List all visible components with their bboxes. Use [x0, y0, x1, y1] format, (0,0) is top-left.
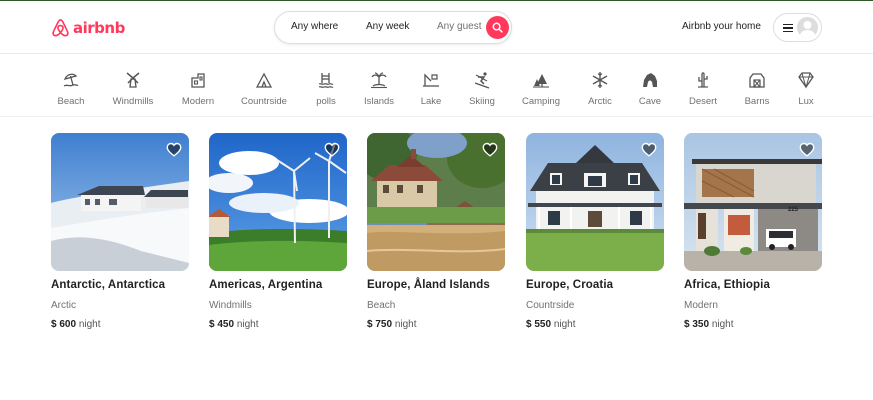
listing-location: Europe, Åland Islands: [367, 279, 490, 291]
listing-category: Arctic: [51, 300, 76, 311]
header: airbnb Any where Any week Any guest Airb…: [0, 1, 873, 54]
category-label: Lux: [798, 96, 814, 107]
price-amount: $ 600: [51, 319, 77, 330]
listing-card[interactable]: Europe, Åland Islands Beach $ 750 night: [367, 133, 505, 330]
listing-card[interactable]: Europe, Croatia Countrside $ 550 night: [526, 133, 664, 330]
favorite-heart-icon[interactable]: [482, 142, 498, 157]
category-camping[interactable]: Camping: [511, 71, 571, 107]
listing-location: Americas, Argentina: [209, 279, 323, 291]
search-where[interactable]: Any where: [291, 21, 338, 32]
pool-icon: [317, 71, 335, 89]
search-icon: [492, 22, 503, 33]
price-amount: $ 450: [209, 319, 235, 330]
hamburger-icon: [783, 24, 793, 32]
price-unit: night: [553, 319, 576, 330]
favorite-heart-icon[interactable]: [324, 142, 340, 157]
category-label: polls: [316, 96, 336, 107]
listing-price: $ 450 night: [209, 319, 347, 330]
price-unit: night: [711, 319, 734, 330]
category-label: Modern: [181, 96, 215, 107]
listing-photo[interactable]: [51, 133, 189, 271]
category-skiing[interactable]: Skiing: [452, 71, 512, 107]
price-amount: $ 750: [367, 319, 393, 330]
category-label: Desert: [689, 96, 717, 107]
cave-icon: [641, 71, 659, 89]
category-label: Skiing: [469, 96, 495, 107]
camping-trees-icon: [532, 71, 550, 89]
category-label: Windmills: [112, 96, 154, 107]
category-polls[interactable]: polls: [296, 71, 356, 107]
search-button[interactable]: [486, 16, 509, 39]
category-label: Arctic: [588, 96, 612, 107]
listing-location: Europe, Croatia: [526, 279, 614, 291]
listing-photo[interactable]: [209, 133, 347, 271]
category-label: Cave: [638, 96, 662, 107]
cactus-icon: [694, 71, 712, 89]
listing-photo[interactable]: [526, 133, 664, 271]
price-amount: $ 550: [526, 319, 552, 330]
listing-location: Antarctic, Antarctica: [51, 279, 166, 291]
beach-umbrella-icon: [62, 71, 80, 89]
favorite-heart-icon[interactable]: [166, 142, 182, 157]
favorite-heart-icon[interactable]: [799, 142, 815, 157]
price-unit: night: [236, 319, 259, 330]
search-week[interactable]: Any week: [366, 21, 409, 32]
listing-price: $ 750 night: [367, 319, 505, 330]
palm-island-icon: [370, 71, 388, 89]
airbnb-logo-icon: [51, 17, 70, 38]
category-label: Islands: [363, 96, 395, 107]
snowflake-icon: [591, 71, 609, 89]
house-number-sign: 225: [788, 207, 799, 213]
listing-price: $ 350 night: [684, 319, 822, 330]
user-avatar-icon: [797, 17, 818, 38]
category-beach[interactable]: Beach: [41, 71, 101, 107]
brand-name: airbnb: [73, 18, 125, 37]
tent-icon: [255, 71, 273, 89]
category-cave[interactable]: Cave: [620, 71, 680, 107]
listing-photo[interactable]: 225: [684, 133, 822, 271]
category-bar: Beach Windmills Modern Countrside polls …: [0, 54, 873, 117]
category-modern[interactable]: Modern: [168, 71, 228, 107]
search-guest[interactable]: Any guest: [437, 21, 481, 32]
category-lux[interactable]: Lux: [776, 71, 836, 107]
listing-category: Windmills: [209, 300, 252, 311]
diamond-icon: [797, 71, 815, 89]
listing-category: Modern: [684, 300, 718, 311]
category-label: Camping: [521, 96, 561, 107]
airbnb-logo[interactable]: airbnb: [51, 17, 125, 38]
price-unit: night: [78, 319, 101, 330]
barn-icon: [748, 71, 766, 89]
category-label: Beach: [57, 96, 85, 107]
category-label: Barns: [744, 96, 770, 107]
listings-grid: Antarctic, Antarctica Arctic $ 600 night: [51, 133, 822, 343]
windmill-icon: [124, 71, 142, 89]
lake-icon: [422, 71, 440, 89]
skiing-icon: [473, 71, 491, 89]
listing-category: Countrside: [526, 300, 575, 311]
listing-category: Beach: [367, 300, 396, 311]
category-countrside[interactable]: Countrside: [234, 71, 294, 107]
listing-card[interactable]: Antarctic, Antarctica Arctic $ 600 night: [51, 133, 189, 330]
favorite-heart-icon[interactable]: [641, 142, 657, 157]
category-windmills[interactable]: Windmills: [103, 71, 163, 107]
user-menu-button[interactable]: [773, 13, 822, 42]
category-desert[interactable]: Desert: [673, 71, 733, 107]
category-label: Countrside: [241, 96, 287, 107]
listing-photo[interactable]: [367, 133, 505, 271]
listing-location: Africa, Ethiopia: [684, 279, 770, 291]
category-islands[interactable]: Islands: [349, 71, 409, 107]
category-label: Lake: [420, 96, 442, 107]
modern-house-icon: [189, 71, 207, 89]
airbnb-your-home-link[interactable]: Airbnb your home: [682, 21, 761, 32]
price-unit: night: [394, 319, 417, 330]
search-bar[interactable]: Any where Any week Any guest: [274, 11, 512, 44]
listing-price: $ 600 night: [51, 319, 189, 330]
listing-card[interactable]: Americas, Argentina Windmills $ 450 nigh…: [209, 133, 347, 330]
listing-price: $ 550 night: [526, 319, 664, 330]
price-amount: $ 350: [684, 319, 710, 330]
listing-card[interactable]: 225 Africa, Ethiopia Modern $ 350 night: [684, 133, 822, 330]
